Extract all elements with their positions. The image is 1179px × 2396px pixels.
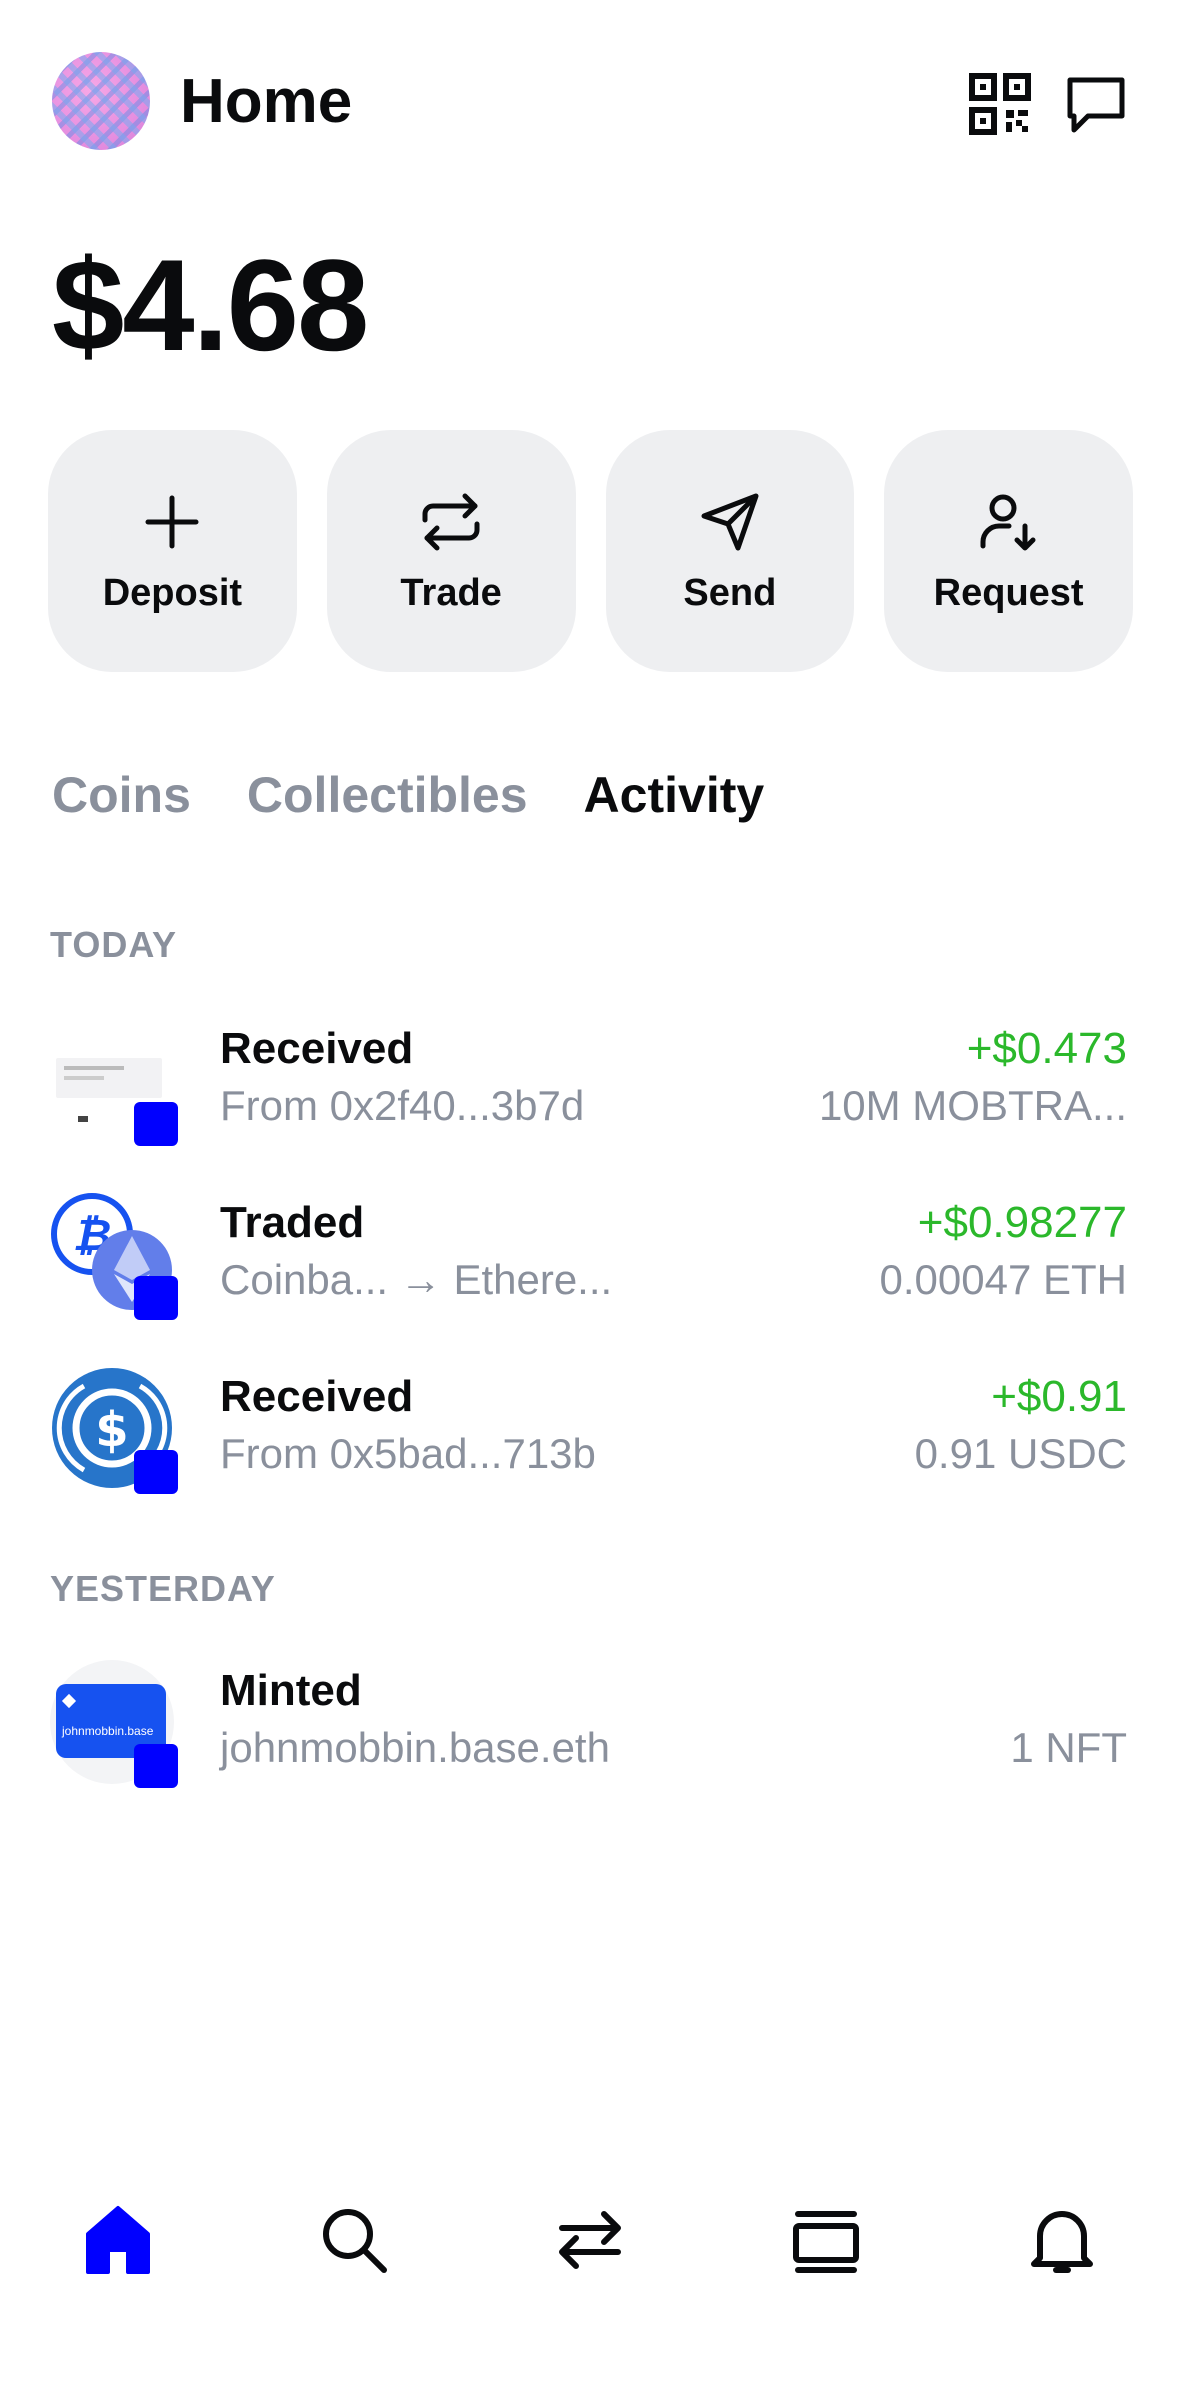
activity-subtitle: From 0x2f40...3b7d [220,1082,585,1129]
network-badge-icon [134,1102,178,1146]
search-icon[interactable] [314,2200,394,2280]
send-label: Send [683,571,777,614]
action-buttons: Deposit Trade Send Request [48,430,1133,672]
activity-title: Received [220,1024,414,1073]
request-button[interactable]: Request [884,430,1133,672]
bell-icon[interactable] [1022,2200,1102,2280]
plus-icon [145,495,199,548]
activity-amount: +$0.98277 [917,1198,1127,1247]
swap-arrows-icon [422,493,480,550]
activity-detail: 1 NFT [1010,1724,1127,1771]
activity-row[interactable]: johnmobbin.base Minted johnmobbin.base.e… [0,1642,1179,1802]
activity-title: Traded [220,1198,365,1247]
network-badge-icon [134,1276,178,1320]
activity-detail: 0.91 USDC [914,1430,1127,1477]
page-title: Home [180,67,353,136]
send-button[interactable]: Send [605,430,855,672]
activity-row[interactable]: ₿ Traded Coinba... → Ethere... +$0.98277… [0,1174,1179,1334]
request-label: Request [933,571,1084,614]
network-badge-icon [134,1744,178,1788]
qr-code-icon[interactable] [968,72,1032,136]
deposit-label: Deposit [102,571,243,614]
tab-collectibles[interactable]: Collectibles [247,760,528,830]
paper-plane-icon [701,493,759,550]
bottom-nav [0,2160,1179,2330]
browser-icon[interactable] [786,2200,866,2280]
activity-subtitle: From 0x5bad...713b [220,1430,596,1477]
activity-row[interactable]: $ Received From 0x5bad...713b +$0.91 0.9… [0,1348,1179,1508]
swap-icon[interactable] [550,2200,630,2280]
nft-card-text: johnmobbin.base [62,1724,154,1738]
home-screen: Home $4.68 Deposit Trade Send Request Co… [0,0,1179,2396]
chat-bubble-icon[interactable] [1064,72,1128,136]
activity-row[interactable]: Received From 0x2f40...3b7d +$0.473 10M … [0,1000,1179,1160]
tab-coins[interactable]: Coins [52,760,191,830]
activity-amount: +$0.473 [966,1024,1127,1073]
trade-button[interactable]: Trade [326,430,576,672]
person-download-icon [980,494,1036,550]
activity-subtitle: Coinba... → Ethere... [220,1256,613,1303]
network-badge-icon [134,1450,178,1494]
activity-detail: 0.00047 ETH [879,1256,1128,1303]
avatar[interactable] [52,52,150,150]
deposit-button[interactable]: Deposit [48,430,297,672]
activity-title: Received [220,1372,414,1421]
home-icon[interactable] [78,2200,158,2280]
balance-amount: $4.68 [52,232,369,378]
trade-label: Trade [400,571,502,614]
section-header-yesterday: YESTERDAY [50,1568,276,1609]
top-bar: Home [0,0,1179,200]
activity-detail: 10M MOBTRA... [818,1082,1127,1129]
asset-tabs: Coins Collectibles Activity [52,760,764,830]
svg-text:$: $ [95,1402,128,1458]
activity-subtitle: johnmobbin.base.eth [220,1724,610,1771]
activity-amount: +$0.91 [991,1372,1127,1421]
tab-activity[interactable]: Activity [584,760,765,830]
activity-title: Minted [220,1666,362,1715]
section-header-today: TODAY [50,924,178,965]
